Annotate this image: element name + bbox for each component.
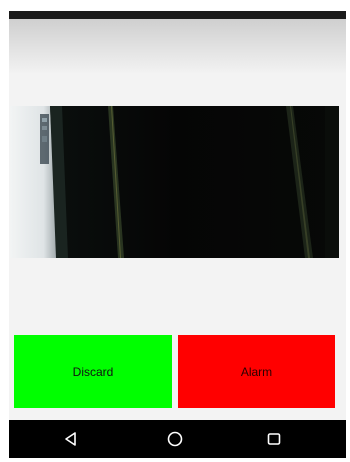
back-button[interactable] [51,425,91,453]
home-button[interactable] [155,425,195,453]
alarm-button[interactable]: Alarm [178,335,335,408]
recents-square-icon [267,433,281,445]
camera-frame-image [10,106,339,258]
navigation-bar [9,420,346,458]
status-bar [9,11,346,19]
back-triangle-icon [65,432,76,446]
home-circle-icon [167,431,183,447]
phone-screen: Discard Alarm [9,11,346,458]
camera-preview [10,106,339,258]
discard-button-label: Discard [72,364,114,379]
discard-button[interactable]: Discard [14,335,172,408]
recents-button[interactable] [254,425,294,453]
action-bar [9,19,346,73]
main-content: Discard Alarm [9,73,346,420]
alarm-button-label: Alarm [240,364,273,379]
